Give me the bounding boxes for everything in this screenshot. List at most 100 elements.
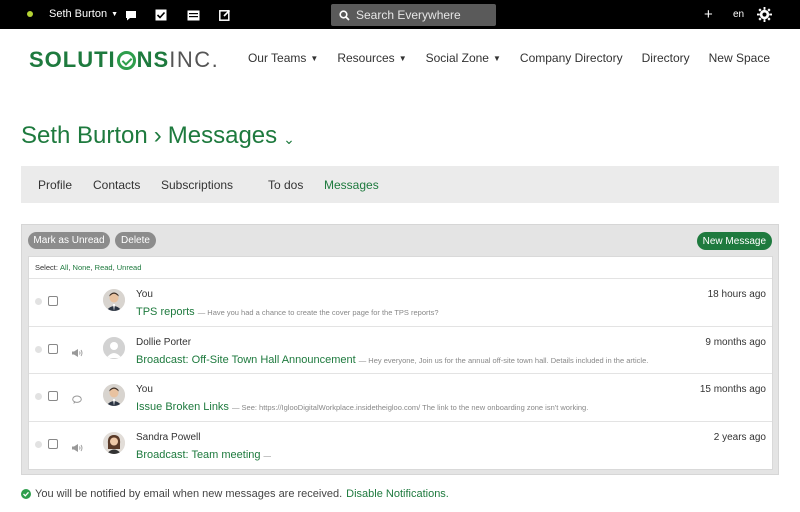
- speech-bubble-icon: [71, 392, 83, 404]
- select-all-link[interactable]: All: [60, 263, 68, 272]
- select-unread-link[interactable]: Unread: [117, 263, 142, 272]
- tab-todos[interactable]: To dos: [268, 178, 303, 192]
- message-row[interactable]: Sandra Powell 2 years ago Broadcast: Tea…: [29, 422, 772, 470]
- chevron-down-icon: ▼: [492, 53, 501, 63]
- inbox-icon[interactable]: [185, 7, 201, 23]
- message-checkbox[interactable]: [48, 343, 58, 354]
- megaphone-icon: [71, 440, 83, 452]
- megaphone-icon: [71, 345, 83, 357]
- read-status-icon[interactable]: [35, 345, 42, 353]
- nav-label: Our Teams: [247, 51, 307, 65]
- user-menu[interactable]: Seth Burton ▼: [49, 8, 118, 20]
- message-preview: —: [263, 450, 272, 460]
- select-filter-row: Select: All, None, Read, Unread: [29, 257, 772, 279]
- message-subject-link[interactable]: Broadcast: Off-Site Town Hall Announceme…: [136, 354, 356, 366]
- disable-notifications-link[interactable]: Disable Notifications.: [346, 488, 449, 500]
- nav-label: Directory: [641, 51, 690, 65]
- nav-resources[interactable]: Resources ▼: [337, 51, 406, 65]
- avatar: [103, 289, 125, 311]
- chevron-down-icon: ▼: [310, 53, 319, 63]
- message-subject-link[interactable]: Issue Broken Links: [136, 401, 229, 413]
- message-summary: Broadcast: Off-Site Town Hall Announceme…: [136, 354, 648, 366]
- company-logo[interactable]: SOLUTI NS INC.: [29, 47, 219, 73]
- read-status-icon[interactable]: [35, 393, 42, 400]
- avatar: [103, 336, 125, 359]
- logo-check-icon: [116, 50, 136, 70]
- plus-icon[interactable]: +: [704, 6, 713, 23]
- main-nav: Our Teams ▼ Resources ▼ Social Zone ▼ Compa…: [229, 51, 770, 65]
- tab-messages[interactable]: Messages: [324, 178, 379, 192]
- logo-suffix: INC.: [169, 47, 220, 72]
- new-message-button[interactable]: New Message: [696, 232, 772, 250]
- chevron-down-icon: ▼: [398, 53, 407, 63]
- nav-directory[interactable]: Directory: [642, 51, 690, 65]
- message-row[interactable]: You 18 hours ago TPS reports — Have you h…: [29, 279, 772, 327]
- message-subject-link[interactable]: TPS reports: [136, 306, 195, 318]
- message-time: 18 hours ago: [707, 289, 766, 300]
- search-icon: [339, 9, 350, 21]
- chat-icon[interactable]: [123, 7, 139, 23]
- tab-subscriptions[interactable]: Subscriptions: [161, 178, 233, 192]
- message-sender: Sandra Powell: [136, 431, 201, 443]
- nav-social-zone[interactable]: Social Zone ▼: [426, 51, 501, 65]
- checkbox-icon[interactable]: [153, 7, 169, 23]
- gear-icon[interactable]: [757, 7, 772, 25]
- message-summary: Broadcast: Team meeting —: [136, 449, 271, 461]
- tab-contacts[interactable]: Contacts: [93, 178, 140, 192]
- mark-as-unread-button[interactable]: Mark as Unread: [28, 232, 110, 249]
- nav-new-space[interactable]: New Space: [709, 51, 770, 65]
- select-label: Select:: [35, 263, 58, 272]
- message-sender: Dollie Porter: [136, 336, 192, 348]
- delete-button[interactable]: Delete: [115, 232, 156, 249]
- select-none-link[interactable]: None: [73, 263, 91, 272]
- message-summary: Issue Broken Links — See: https://IglooDi…: [136, 401, 588, 413]
- read-status-icon[interactable]: [35, 298, 42, 305]
- avatar: [103, 431, 125, 454]
- breadcrumb-current: Messages: [167, 122, 278, 149]
- top-bar: Seth Burton ▼ + en: [0, 0, 800, 29]
- nav-label: Company Directory: [519, 51, 623, 65]
- message-time: 2 years ago: [713, 431, 766, 443]
- message-checkbox[interactable]: [48, 296, 58, 306]
- select-read-link[interactable]: Read: [95, 263, 113, 272]
- nav-label: Social Zone: [425, 51, 489, 65]
- notification-notice: You will be notified by email when new m…: [21, 488, 449, 500]
- message-row[interactable]: You 15 months ago Issue Broken Links — Se…: [29, 374, 772, 422]
- message-sender: You: [136, 384, 153, 395]
- user-name: Seth Burton: [49, 8, 108, 20]
- nav-label: Resources: [337, 51, 395, 65]
- breadcrumb-separator: ›: [153, 122, 162, 149]
- avatar: [103, 384, 125, 406]
- nav-our-teams[interactable]: Our Teams ▼: [248, 51, 318, 65]
- page-title: Seth Burton › Messages ⌄: [21, 122, 295, 150]
- tab-profile[interactable]: Profile: [38, 178, 72, 192]
- search-input[interactable]: [356, 8, 496, 22]
- language-selector[interactable]: en: [733, 9, 744, 20]
- message-row[interactable]: Dollie Porter 9 months ago Broadcast: Of…: [29, 327, 772, 374]
- notice-text: You will be notified by email when new m…: [35, 488, 343, 500]
- message-time: 9 months ago: [705, 336, 766, 348]
- edit-icon[interactable]: [217, 7, 233, 23]
- presence-status-icon: [27, 11, 33, 17]
- message-time: 15 months ago: [699, 384, 766, 395]
- nav-company-directory[interactable]: Company Directory: [520, 51, 623, 65]
- message-preview: — Hey everyone, Join us for the annual o…: [358, 355, 649, 365]
- read-status-icon[interactable]: [35, 440, 42, 448]
- logo-text-end: NS: [136, 47, 170, 72]
- check-circle-icon: [21, 489, 31, 499]
- nav-label: New Space: [708, 51, 770, 65]
- messages-panel: Mark as Unread Delete New Message Select…: [21, 224, 779, 475]
- breadcrumb-owner[interactable]: Seth Burton: [21, 122, 148, 150]
- message-subject-link[interactable]: Broadcast: Team meeting: [136, 449, 261, 461]
- message-checkbox[interactable]: [48, 438, 58, 449]
- message-checkbox[interactable]: [48, 391, 58, 401]
- message-summary: TPS reports — Have you had a chance to cr…: [136, 306, 439, 318]
- chevron-down-icon[interactable]: ⌄: [283, 131, 295, 148]
- chevron-down-icon: ▼: [111, 10, 119, 18]
- message-list: Select: All, None, Read, Unread You 18 h…: [28, 256, 773, 470]
- message-sender: You: [136, 289, 153, 300]
- message-preview: — See: https://IglooDigitalWorkplace.ins…: [231, 403, 589, 412]
- search-box[interactable]: [331, 4, 496, 26]
- logo-text: SOLUTI: [29, 47, 116, 72]
- profile-tabs: Profile Contacts Subscriptions To dos Me…: [21, 166, 779, 203]
